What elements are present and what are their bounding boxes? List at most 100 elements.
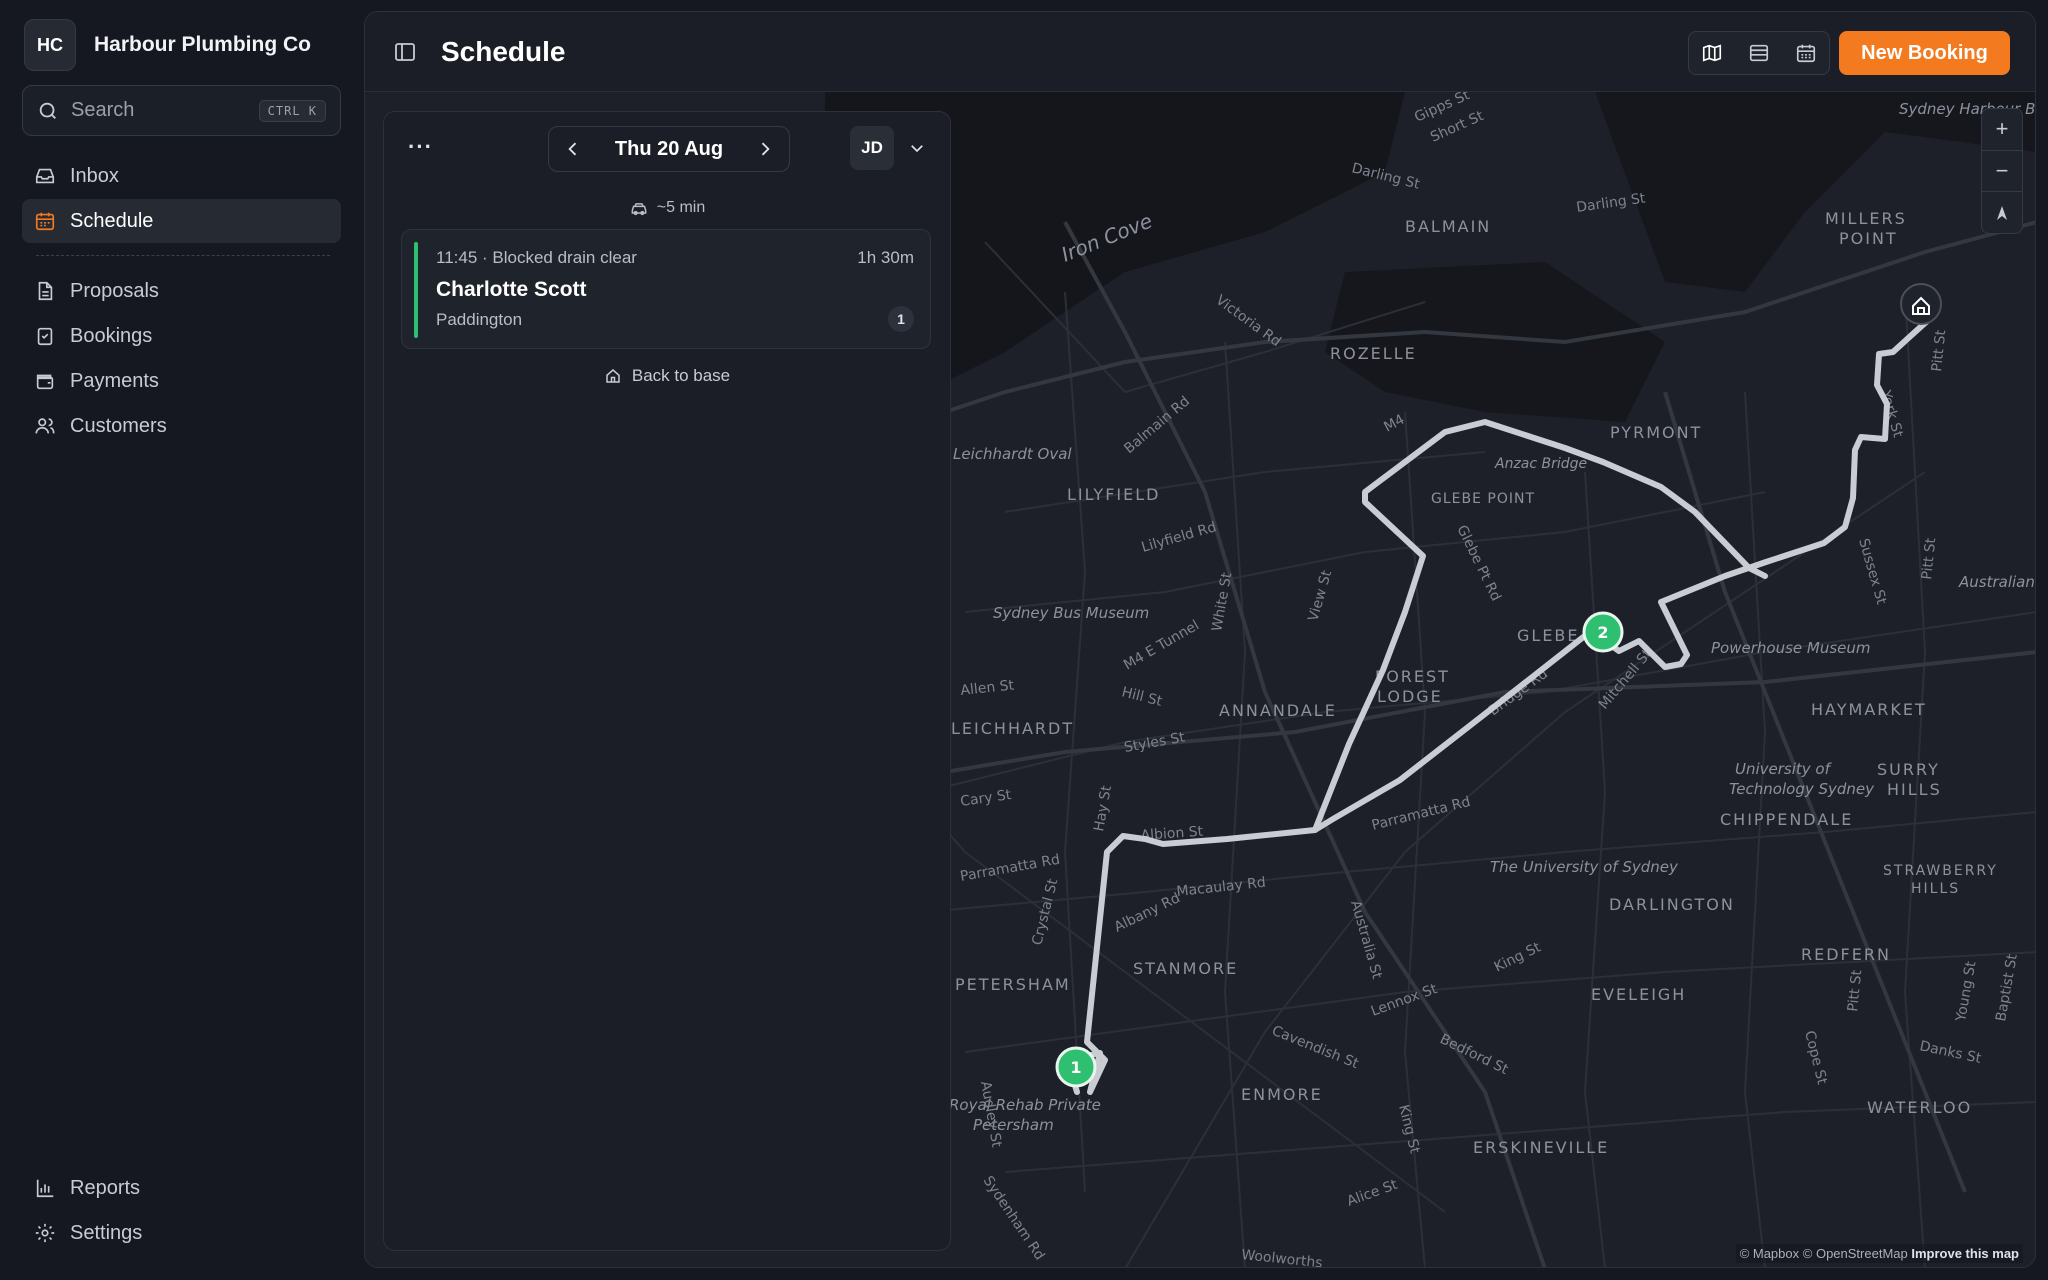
attribution-mapbox[interactable]: © Mapbox bbox=[1740, 1246, 1799, 1261]
map-label: Powerhouse Museum bbox=[1711, 639, 1871, 657]
wallet-icon bbox=[36, 374, 54, 390]
sidebar-divider bbox=[36, 255, 330, 256]
compass-button[interactable] bbox=[1982, 191, 2022, 233]
org-switcher[interactable]: HC Harbour Plumbing Co bbox=[24, 19, 311, 71]
home-icon bbox=[606, 369, 620, 383]
map-label: Technology Sydney bbox=[1729, 780, 1875, 798]
job-suburb: Paddington bbox=[436, 310, 523, 329]
sidebar-item-bookings[interactable]: Bookings bbox=[22, 314, 341, 358]
list-view-button[interactable] bbox=[1745, 39, 1773, 67]
sidebar-item-reports[interactable]: Reports bbox=[22, 1166, 341, 1210]
sidebar-toggle-icon[interactable] bbox=[393, 40, 417, 64]
sidebar-item-customers[interactable]: Customers bbox=[22, 404, 341, 448]
marker-number: 2 bbox=[1597, 623, 1608, 642]
current-date[interactable]: Thu 20 Aug bbox=[615, 138, 723, 161]
page-title: Schedule bbox=[441, 36, 566, 67]
sidebar-item-label: Schedule bbox=[70, 209, 154, 232]
map-label: POINT bbox=[1839, 229, 1898, 248]
map-label: Australian Museum bbox=[1958, 573, 2036, 591]
technician-avatar: JD bbox=[850, 126, 894, 170]
sidebar-item-settings[interactable]: Settings bbox=[22, 1211, 341, 1255]
org-name: Harbour Plumbing Co bbox=[94, 33, 311, 56]
job-duration: 1h 30m bbox=[857, 248, 914, 267]
search-icon bbox=[39, 102, 56, 119]
sidebar-item-label: Inbox bbox=[70, 164, 119, 187]
map-label: SURRY bbox=[1877, 760, 1940, 779]
map-zoom-controls: + − bbox=[1981, 108, 2023, 234]
map-label: HILLS bbox=[1911, 881, 1960, 897]
map-label: EVELEIGH bbox=[1591, 985, 1686, 1004]
map-attribution: © Mapbox © OpenStreetMap Improve this ma… bbox=[1735, 1244, 2023, 1263]
map-marker-1[interactable]: 1 bbox=[1055, 1046, 1097, 1088]
date-navigator: Thu 20 Aug bbox=[548, 126, 790, 172]
sidebar-item-inbox[interactable]: Inbox bbox=[22, 154, 341, 198]
map-marker-home[interactable] bbox=[1900, 283, 1942, 325]
car-icon bbox=[631, 203, 647, 216]
map-view-button[interactable] bbox=[1698, 39, 1726, 67]
map-label: LODGE bbox=[1377, 687, 1443, 706]
map-label: University of bbox=[1735, 760, 1833, 778]
map-label: Leichhardt Oval bbox=[953, 445, 1072, 463]
view-switcher bbox=[1688, 31, 1830, 75]
job-status-bar bbox=[414, 242, 418, 338]
map-label: Sydney Bus Museum bbox=[993, 604, 1149, 622]
chevron-right-icon[interactable] bbox=[755, 139, 775, 159]
day-schedule-panel: ··· Thu 20 Aug JD ~5 min 11:45 · Blocked… bbox=[383, 111, 951, 1251]
calendar-icon bbox=[35, 212, 55, 231]
minus-icon: − bbox=[1995, 158, 2009, 183]
map-label: STANMORE bbox=[1133, 959, 1238, 978]
map-icon bbox=[1703, 44, 1722, 62]
marker-number: 1 bbox=[1070, 1058, 1081, 1077]
back-to-base-label: Back to base bbox=[631, 366, 731, 385]
map-label: ANNANDALE bbox=[1219, 701, 1337, 720]
search-input[interactable]: Search CTRL K bbox=[22, 85, 341, 136]
clipboard-check-icon bbox=[37, 327, 53, 346]
map-label: PETERSHAM bbox=[955, 975, 1071, 994]
map-label: PYRMONT bbox=[1610, 423, 1702, 442]
chevron-down-icon bbox=[911, 145, 923, 153]
sidebar-item-proposals[interactable]: Proposals bbox=[22, 269, 341, 313]
inbox-icon bbox=[35, 168, 55, 184]
job-card[interactable]: 11:45 · Blocked drain clear 1h 30m Charl… bbox=[401, 229, 931, 349]
gear-icon bbox=[35, 1223, 55, 1243]
job-time-service: 11:45 · Blocked drain clear bbox=[436, 248, 637, 267]
travel-time-label: ~5 min bbox=[656, 199, 706, 216]
calendar-grid-icon bbox=[1796, 44, 1815, 63]
table-icon bbox=[1749, 44, 1769, 62]
chevron-left-icon[interactable] bbox=[563, 139, 583, 159]
sidebar-item-label: Customers bbox=[70, 414, 167, 437]
attribution-osm[interactable]: © OpenStreetMap bbox=[1803, 1246, 1908, 1261]
zoom-in-button[interactable]: + bbox=[1982, 109, 2022, 150]
more-options-button[interactable]: ··· bbox=[408, 134, 438, 164]
improve-map-link[interactable]: Improve this map bbox=[1911, 1246, 2019, 1261]
sidebar-item-payments[interactable]: Payments bbox=[22, 359, 341, 403]
map-label: STRAWBERRY bbox=[1883, 863, 1998, 879]
users-icon bbox=[35, 418, 55, 434]
sidebar-item-label: Proposals bbox=[70, 279, 159, 302]
job-stop-number: 1 bbox=[888, 306, 914, 332]
sidebar-item-label: Settings bbox=[70, 1221, 143, 1244]
compass-icon bbox=[1997, 205, 2007, 220]
map-label: ERSKINEVILLE bbox=[1473, 1138, 1609, 1157]
map-label: CHIPPENDALE bbox=[1720, 810, 1853, 829]
map-label: MILLERS bbox=[1825, 209, 1907, 228]
map-label: DARLINGTON bbox=[1609, 895, 1735, 914]
map-label: REDFERN bbox=[1801, 945, 1891, 964]
map-label: HAYMARKET bbox=[1811, 700, 1927, 719]
ellipsis-icon: ··· bbox=[408, 134, 433, 159]
calendar-view-button[interactable] bbox=[1792, 39, 1820, 67]
top-bar: Schedule New Booking bbox=[365, 12, 2035, 92]
map-label: BALMAIN bbox=[1405, 217, 1491, 236]
map-label: Royal Rehab Private bbox=[949, 1096, 1101, 1114]
map-marker-2[interactable]: 2 bbox=[1582, 611, 1624, 653]
search-placeholder: Search bbox=[71, 99, 135, 121]
technician-selector[interactable]: JD bbox=[850, 126, 926, 170]
map-label: LEICHHARDT bbox=[951, 719, 1074, 738]
org-avatar: HC bbox=[24, 19, 76, 71]
new-booking-button[interactable]: New Booking bbox=[1839, 31, 2010, 75]
zoom-out-button[interactable]: − bbox=[1982, 149, 2022, 192]
map-label: ROZELLE bbox=[1330, 344, 1417, 363]
sidebar-item-schedule[interactable]: Schedule bbox=[22, 199, 341, 243]
map-label: WATERLOO bbox=[1867, 1098, 1972, 1117]
job-customer-name: Charlotte Scott bbox=[436, 278, 587, 301]
